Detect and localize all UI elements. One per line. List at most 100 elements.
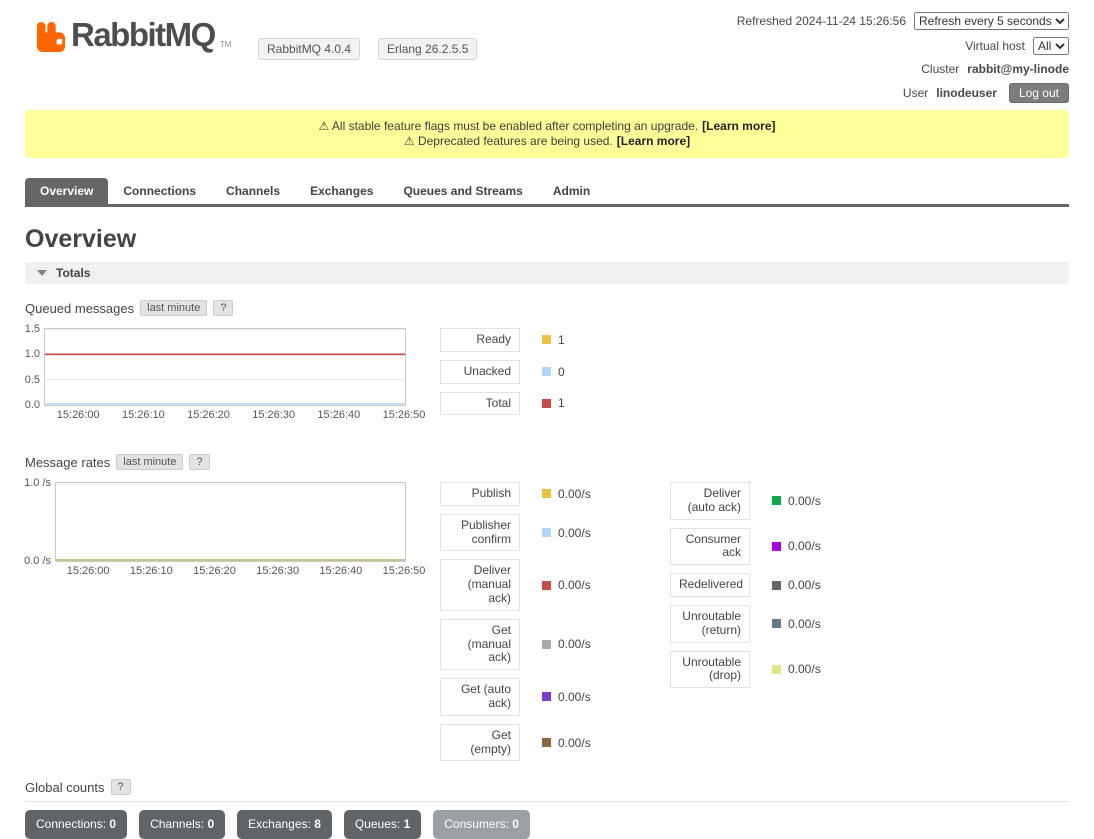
message-rates-section: 1.0 /s0.0 /s 15:26:0015:26:1015:26:2015:… — [25, 482, 1069, 769]
x-tick-label: 15:26:30 — [256, 565, 299, 577]
legend-label: Unacked — [440, 360, 520, 384]
global-help-button[interactable]: ? — [111, 779, 131, 795]
rabbitmq-version-badge: RabbitMQ 4.0.4 — [258, 38, 360, 60]
legend-row: Get (auto ack)0.00/s — [440, 678, 670, 716]
feature-flags-learn-more-link[interactable]: [Learn more] — [702, 119, 775, 133]
user-name: linodeuser — [936, 86, 997, 100]
warning-banner: ⚠ All stable feature flags must be enabl… — [25, 110, 1069, 158]
queued-messages-chart: 1.51.00.50.0 15:26:0015:26:1015:26:2015:… — [25, 328, 406, 424]
legend-swatch — [542, 528, 551, 537]
deprecated-features-warning-text: ⚠ Deprecated features are being used. — [404, 134, 613, 148]
queued-y-axis: 1.51.00.50.0 — [25, 328, 44, 406]
legend-label: Consumer ack — [670, 528, 750, 566]
x-tick-label: 15:26:00 — [67, 565, 110, 577]
rates-x-axis: 15:26:00 15:26:10 15:26:20 15:26:30 15:26:40… — [55, 565, 406, 580]
legend-label: Get (empty) — [440, 724, 520, 762]
deprecated-features-warning: ⚠ Deprecated features are being used. [Le… — [35, 134, 1059, 149]
legend-value: 0.00/s — [788, 617, 821, 631]
rates-legend-column-2: Deliver (auto ack) 0.00/s Consumer ack 0.00… — [670, 482, 900, 696]
chart-canvas — [45, 329, 405, 405]
totals-section-header[interactable]: Totals — [25, 262, 1069, 284]
x-tick-label: 15:26:50 — [383, 409, 426, 421]
queued-x-axis: 15:26:0015:26:1015:26:2015:26:3015:26:40… — [44, 409, 406, 424]
tab-queues-and-streams[interactable]: Queues and Streams — [388, 178, 537, 204]
legend-row: Ready1 — [440, 328, 565, 352]
rates-range-badge[interactable]: last minute — [116, 454, 183, 470]
x-tick-label: 15:26:30 — [252, 409, 295, 421]
queued-messages-section: 1.51.00.50.0 15:26:0015:26:1015:26:2015:… — [25, 328, 1069, 424]
message-rates-chart: 1.0 /s0.0 /s 15:26:0015:26:1015:26:2015:… — [25, 482, 406, 580]
count-badge-label: Queues: — [355, 817, 404, 831]
legend-swatch — [542, 738, 551, 747]
tab-overview[interactable]: Overview — [25, 178, 108, 204]
queued-help-button[interactable]: ? — [213, 300, 233, 316]
legend-swatch — [542, 640, 551, 649]
legend-row: Deliver (manual ack)0.00/s — [440, 559, 670, 610]
legend-row: Total1 — [440, 392, 565, 416]
x-tick-label: 15:26:50 — [383, 565, 426, 577]
legend-swatch — [772, 542, 781, 551]
legend-value: 1 — [558, 333, 565, 347]
page-title: Overview — [25, 225, 1069, 254]
legend-row: Unacked0 — [440, 360, 565, 384]
legend-row: Publish0.00/s — [440, 482, 670, 506]
cluster-name: rabbit@my-linode — [967, 62, 1069, 76]
queued-messages-header: Queued messages last minute ? — [25, 300, 1069, 316]
queued-messages-legend: Ready1 Unacked0 Total1 — [440, 328, 565, 423]
count-badge-connections[interactable]: Connections: 0 — [25, 810, 127, 839]
tab-channels[interactable]: Channels — [211, 178, 295, 204]
virtual-host-label: Virtual host — [965, 39, 1025, 53]
legend-value: 0.00/s — [788, 662, 821, 676]
message-rates-header: Message rates last minute ? — [25, 454, 1069, 470]
logo-trademark: TM — [220, 40, 232, 49]
legend-label: Deliver (manual ack) — [440, 559, 520, 610]
refresh-interval-select[interactable]: Refresh every 5 seconds — [914, 12, 1069, 30]
legend-row: Redelivered0.00/s — [670, 573, 900, 597]
legend-label: Deliver (auto ack) — [670, 482, 750, 520]
legend-swatch — [542, 335, 551, 344]
count-badge-consumers[interactable]: Consumers: 0 — [433, 810, 530, 839]
logout-button[interactable]: Log out — [1009, 83, 1069, 103]
x-tick-label: 15:26:00 — [57, 409, 100, 421]
count-badge-channels[interactable]: Channels: 0 — [139, 810, 225, 839]
tab-admin[interactable]: Admin — [538, 178, 605, 204]
x-tick-label: 15:26:40 — [319, 565, 362, 577]
legend-row: Get (manual ack) 0.00/s — [440, 619, 670, 670]
queued-messages-title: Queued messages — [25, 301, 134, 316]
legend-row: Unroutable (return) 0.00/s — [670, 605, 900, 643]
legend-row: Publisher confirm0.00/s — [440, 514, 670, 552]
legend-label: Get (auto ack) — [440, 678, 520, 716]
count-badge-label: Channels: — [150, 817, 207, 831]
tab-exchanges[interactable]: Exchanges — [295, 178, 388, 204]
queued-plot-area — [44, 328, 406, 406]
virtual-host-select[interactable]: All — [1033, 37, 1069, 55]
rabbitmq-logo[interactable]: RabbitMQ TM — [36, 14, 231, 56]
rates-y-axis: 1.0 /s0.0 /s — [25, 482, 55, 562]
global-counts-title: Global counts — [25, 780, 105, 795]
deprecated-learn-more-link[interactable]: [Learn more] — [617, 134, 690, 148]
legend-swatch — [542, 367, 551, 376]
count-badge-queues[interactable]: Queues: 1 — [344, 810, 421, 839]
count-badge-exchanges[interactable]: Exchanges: 8 — [237, 810, 332, 839]
legend-label: Unroutable (return) — [670, 605, 750, 643]
tab-connections[interactable]: Connections — [108, 178, 211, 204]
legend-value: 1 — [558, 396, 565, 410]
rates-legend-column-1: Publish0.00/s Publisher confirm0.00/s Deli… — [440, 482, 670, 769]
header-status-panel: Refreshed 2024-11-24 15:26:56 Refresh ev… — [737, 12, 1069, 103]
x-tick-label: 15:26:10 — [130, 565, 173, 577]
count-badge-value: 8 — [314, 817, 321, 831]
legend-value: 0.00/s — [558, 526, 591, 540]
global-counts-header: Global counts ? — [25, 779, 1069, 795]
x-tick-label: 15:26:20 — [193, 565, 236, 577]
collapse-arrow-icon — [37, 270, 47, 276]
legend-swatch — [772, 581, 781, 590]
rates-help-button[interactable]: ? — [189, 454, 209, 470]
queued-range-badge[interactable]: last minute — [140, 300, 207, 316]
totals-title: Totals — [56, 266, 90, 280]
legend-value: 0.00/s — [558, 637, 591, 651]
legend-label: Get (manual ack) — [440, 619, 520, 670]
y-tick-label: 0.0 /s — [24, 555, 51, 567]
legend-value: 0.00/s — [788, 539, 821, 553]
x-tick-label: 15:26:20 — [187, 409, 230, 421]
header: RabbitMQ TM RabbitMQ 4.0.4 Erlang 26.2.5… — [0, 0, 1094, 108]
